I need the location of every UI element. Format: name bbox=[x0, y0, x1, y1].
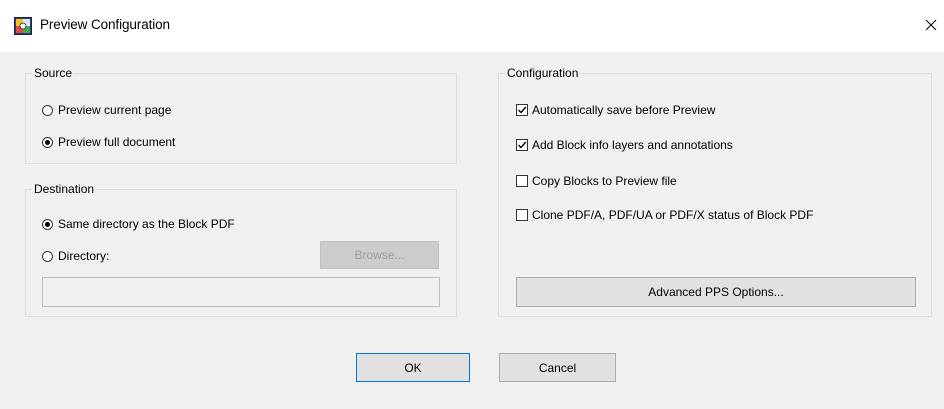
checkbox-label: Clone PDF/A, PDF/UA or PDF/X status of B… bbox=[532, 208, 814, 222]
app-icon bbox=[14, 17, 32, 35]
source-legend: Source bbox=[34, 66, 73, 80]
checkbox-indicator[interactable] bbox=[516, 139, 528, 151]
destination-legend: Destination bbox=[34, 182, 95, 196]
radio-label: Preview full document bbox=[58, 135, 176, 149]
checkmark-icon bbox=[518, 106, 527, 114]
window-title: Preview Configuration bbox=[40, 17, 170, 32]
radio-same-directory[interactable]: Same directory as the Block PDF bbox=[42, 216, 235, 232]
title-bar: Preview Configuration bbox=[0, 0, 944, 52]
radio-label: Directory: bbox=[58, 249, 110, 263]
configuration-legend: Configuration bbox=[507, 66, 579, 80]
checkbox-block-info-layers[interactable]: Add Block info layers and annotations bbox=[516, 137, 733, 153]
close-button[interactable] bbox=[918, 10, 944, 40]
checkbox-label: Automatically save before Preview bbox=[532, 103, 716, 117]
checkbox-label: Copy Blocks to Preview file bbox=[532, 174, 677, 188]
radio-label: Preview current page bbox=[58, 103, 172, 117]
checkbox-clone-pdf-status[interactable]: Clone PDF/A, PDF/UA or PDF/X status of B… bbox=[516, 207, 813, 223]
checkbox-auto-save[interactable]: Automatically save before Preview bbox=[516, 102, 715, 118]
radio-indicator[interactable] bbox=[42, 136, 53, 148]
checkbox-indicator[interactable] bbox=[516, 209, 528, 221]
browse-button[interactable]: Browse... bbox=[320, 241, 439, 269]
ok-button[interactable]: OK bbox=[356, 353, 470, 382]
radio-preview-full-document[interactable]: Preview full document bbox=[42, 134, 175, 150]
checkbox-indicator[interactable] bbox=[516, 104, 528, 116]
checkbox-copy-blocks[interactable]: Copy Blocks to Preview file bbox=[516, 173, 677, 189]
radio-preview-current-page[interactable]: Preview current page bbox=[42, 102, 171, 118]
checkmark-icon bbox=[518, 141, 527, 149]
radio-directory[interactable]: Directory: bbox=[42, 248, 109, 264]
directory-input[interactable] bbox=[42, 277, 440, 307]
radio-indicator[interactable] bbox=[42, 218, 53, 230]
cancel-button[interactable]: Cancel bbox=[499, 353, 616, 382]
checkbox-label: Add Block info layers and annotations bbox=[532, 138, 733, 152]
radio-indicator[interactable] bbox=[42, 250, 53, 262]
advanced-pps-options-button[interactable]: Advanced PPS Options... bbox=[516, 277, 916, 307]
radio-indicator[interactable] bbox=[42, 104, 53, 116]
checkbox-indicator[interactable] bbox=[516, 175, 528, 187]
radio-label: Same directory as the Block PDF bbox=[58, 217, 235, 231]
close-icon bbox=[925, 19, 937, 31]
